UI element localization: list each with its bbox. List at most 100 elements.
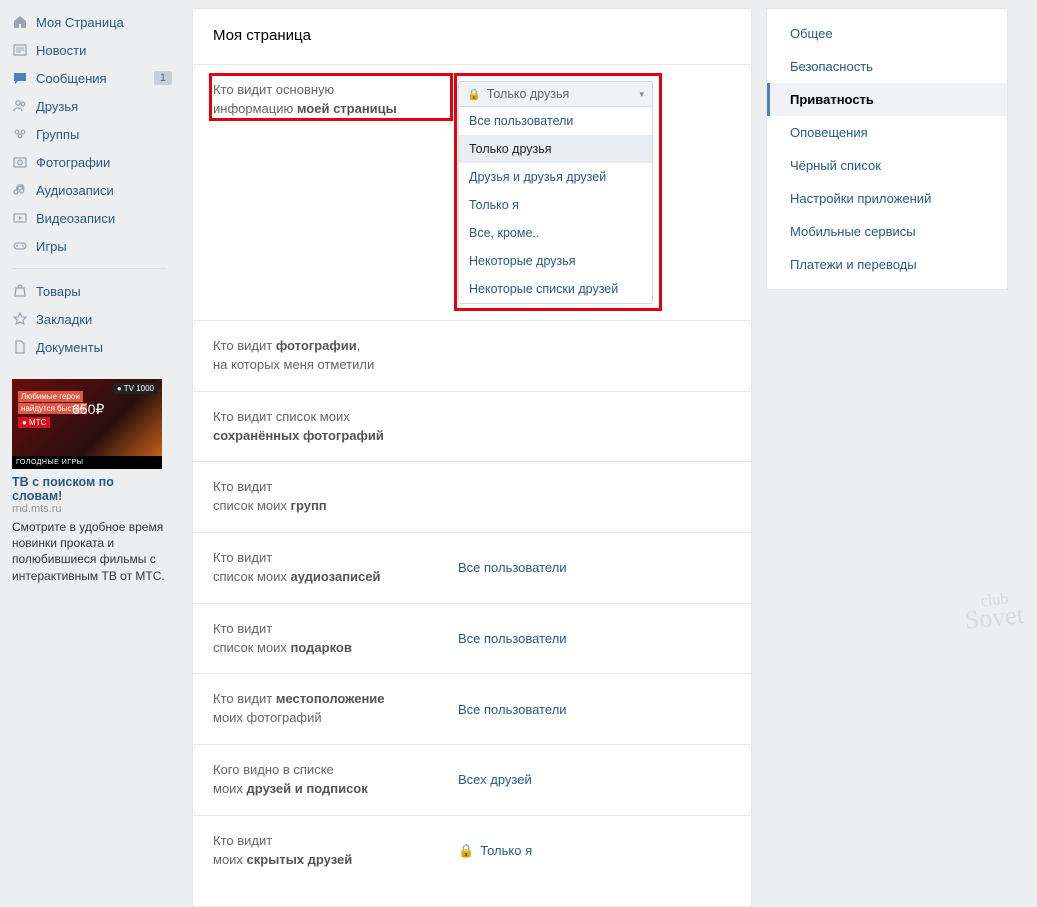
- ad-block[interactable]: ● TV 1000 Любимые герои найдутся быстро …: [12, 379, 166, 584]
- tab-apps[interactable]: Настройки приложений: [767, 182, 1007, 215]
- nav-market[interactable]: Товары: [0, 277, 178, 305]
- setting-label: Кто видит список моих сохранённых фотогр…: [213, 408, 458, 446]
- message-icon: [12, 70, 36, 86]
- setting-value-text: Только я: [480, 843, 532, 858]
- nav-divider: [12, 268, 166, 269]
- label-line: Кто видит: [213, 550, 272, 565]
- nav-label: Фотографии: [36, 155, 172, 170]
- setting-label: Кто видит список моих групп: [213, 478, 458, 516]
- nav-friends[interactable]: Друзья: [0, 92, 178, 120]
- nav-label: Друзья: [36, 99, 172, 114]
- tab-security[interactable]: Безопасность: [767, 50, 1007, 83]
- settings-tabs: Общее Безопасность Приватность Оповещени…: [766, 8, 1008, 290]
- setting-value[interactable]: Все пользователи: [458, 549, 567, 587]
- nav-label: Товары: [36, 284, 172, 299]
- nav-my-page[interactable]: Моя Страница: [0, 8, 178, 36]
- label-bold: подарков: [291, 640, 352, 655]
- label-line: на которых меня отметили: [213, 357, 374, 372]
- label-bold: сохранённых фотографий: [213, 428, 384, 443]
- nav-video[interactable]: Видеозаписи: [0, 204, 178, 232]
- label-line: Кто видит: [213, 338, 276, 353]
- page-title: Моя страница: [193, 9, 751, 65]
- setting-label: Кто видит моих скрытых друзей: [213, 832, 458, 870]
- left-sidebar: Моя Страница Новости Сообщения 1 Друзья …: [0, 0, 178, 907]
- label-bold: фотографии: [276, 338, 357, 353]
- dropdown-option[interactable]: Некоторые друзья: [459, 247, 652, 275]
- nav-docs[interactable]: Документы: [0, 333, 178, 361]
- gamepad-icon: [12, 238, 36, 254]
- nav-label: Моя Страница: [36, 15, 172, 30]
- setting-label: Кто видит фотографии, на которых меня от…: [213, 337, 458, 375]
- setting-row-location: Кто видит местоположение моих фотографий…: [193, 674, 751, 745]
- tab-notifications[interactable]: Оповещения: [767, 116, 1007, 149]
- label-line: список моих: [213, 569, 291, 584]
- nav-label: Группы: [36, 127, 172, 142]
- setting-label: Кто видит список моих подарков: [213, 620, 458, 658]
- nav-label: Аудиозаписи: [36, 183, 172, 198]
- dropdown-option[interactable]: Некоторые списки друзей: [459, 275, 652, 303]
- dropdown-option[interactable]: Друзья и друзья друзей: [459, 163, 652, 191]
- privacy-dropdown: 🔒 Только друзья ▾ Все пользователи Тольк…: [458, 81, 653, 304]
- label-bold: друзей и подписок: [247, 781, 368, 796]
- label-line: моих: [213, 781, 247, 796]
- label-line: Кто видит: [213, 691, 276, 706]
- tab-privacy[interactable]: Приватность: [767, 83, 1007, 116]
- setting-row-hidden-friends: Кто видит моих скрытых друзей 🔒 Только я: [193, 816, 751, 886]
- groups-icon: [12, 126, 36, 142]
- dropdown-list: Все пользователи Только друзья Друзья и …: [458, 107, 653, 304]
- label-bold: моей страницы: [297, 101, 397, 116]
- label-line: Кто видит: [213, 621, 272, 636]
- lock-icon: 🔒: [467, 88, 481, 101]
- dropdown-option[interactable]: Только я: [459, 191, 652, 219]
- nav-label: Видеозаписи: [36, 211, 172, 226]
- nav-photos[interactable]: Фотографии: [0, 148, 178, 176]
- tab-mobile[interactable]: Мобильные сервисы: [767, 215, 1007, 248]
- ad-price: 650₽: [72, 401, 104, 418]
- lock-icon: 🔒: [458, 843, 474, 859]
- setting-label: Кто видит основную информацию моей стран…: [213, 81, 458, 304]
- label-line: моих: [213, 852, 247, 867]
- star-icon: [12, 311, 36, 327]
- ad-title: ТВ с поиском по словам!: [12, 475, 166, 503]
- setting-label: Кто видит местоположение моих фотографий: [213, 690, 458, 728]
- tab-blacklist[interactable]: Чёрный список: [767, 149, 1007, 182]
- nav-label: Документы: [36, 340, 172, 355]
- nav-news[interactable]: Новости: [0, 36, 178, 64]
- dropdown-option[interactable]: Только друзья: [459, 135, 652, 163]
- nav-favorites[interactable]: Закладки: [0, 305, 178, 333]
- setting-value[interactable]: Все пользователи: [458, 620, 567, 658]
- nav-groups[interactable]: Группы: [0, 120, 178, 148]
- dropdown-option[interactable]: Все пользователи: [459, 107, 652, 135]
- nav-audio[interactable]: Аудиозаписи: [0, 176, 178, 204]
- label-bold: аудиозаписей: [291, 569, 381, 584]
- label-line: Кто видит: [213, 479, 272, 494]
- dropdown-selected[interactable]: 🔒 Только друзья ▾: [458, 81, 653, 107]
- bag-icon: [12, 283, 36, 299]
- tab-general[interactable]: Общее: [767, 17, 1007, 50]
- nav-games[interactable]: Игры: [0, 232, 178, 260]
- video-icon: [12, 210, 36, 226]
- label-line: Кто видит список моих: [213, 409, 350, 424]
- setting-row-friends-list: Кого видно в списке моих друзей и подпис…: [193, 745, 751, 816]
- label-line: моих фотографий: [213, 710, 322, 725]
- tab-payments[interactable]: Платежи и переводы: [767, 248, 1007, 281]
- setting-row-basic-info: Кто видит основную информацию моей стран…: [193, 65, 751, 321]
- label-line: информацию: [213, 101, 297, 116]
- chevron-down-icon: ▾: [639, 89, 644, 100]
- nav-label: Новости: [36, 43, 172, 58]
- setting-row-saved-photos: Кто видит список моих сохранённых фотогр…: [193, 392, 751, 463]
- dropdown-option[interactable]: Все, кроме..: [459, 219, 652, 247]
- camera-icon: [12, 154, 36, 170]
- ad-channel: ● TV 1000: [113, 383, 158, 394]
- ad-brand: ● МТС: [18, 417, 50, 428]
- label-bold: местоположение: [276, 691, 385, 706]
- setting-row-tagged-photos: Кто видит фотографии, на которых меня от…: [193, 321, 751, 392]
- setting-value[interactable]: Всех друзей: [458, 761, 532, 799]
- label-line: список моих: [213, 498, 291, 513]
- setting-value[interactable]: Все пользователи: [458, 690, 567, 728]
- setting-value[interactable]: 🔒 Только я: [458, 832, 532, 870]
- nav-messages[interactable]: Сообщения 1: [0, 64, 178, 92]
- nav-label: Закладки: [36, 312, 172, 327]
- music-icon: [12, 182, 36, 198]
- setting-label: Кого видно в списке моих друзей и подпис…: [213, 761, 458, 799]
